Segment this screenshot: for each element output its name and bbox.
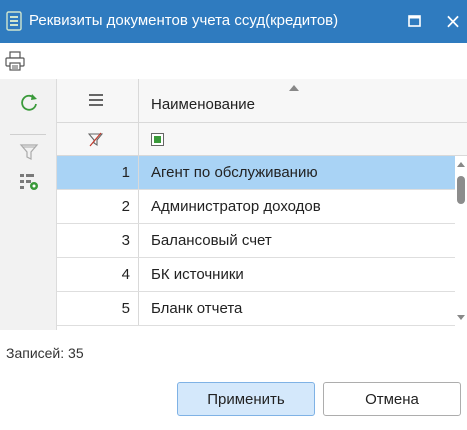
maximize-button[interactable] xyxy=(402,9,426,33)
document-icon xyxy=(6,11,22,31)
table-row[interactable]: 1 Агент по обслуживанию xyxy=(57,156,455,190)
filter-checkbox[interactable] xyxy=(151,133,164,146)
vertical-scrollbar[interactable] xyxy=(455,156,467,330)
table-row[interactable]: 4 БК источники xyxy=(57,258,455,292)
apply-button[interactable]: Применить xyxy=(177,382,315,416)
table-row[interactable]: 2 Администратор доходов xyxy=(57,190,455,224)
scroll-up-icon[interactable] xyxy=(457,162,465,167)
row-name: БК источники xyxy=(151,266,244,283)
grid-rows: 1 Агент по обслуживанию 2 Администратор … xyxy=(57,156,455,326)
column-header-number[interactable] xyxy=(57,79,139,122)
printer-icon[interactable] xyxy=(4,50,26,72)
row-name: Агент по обслуживанию xyxy=(151,164,318,181)
row-name: Бланк отчета xyxy=(151,300,243,317)
table-row[interactable]: 5 Бланк отчета xyxy=(57,292,455,326)
title-bar: Реквизиты документов учета ссуд(кредитов… xyxy=(0,0,467,43)
close-button[interactable]: × xyxy=(441,9,465,33)
filter-row xyxy=(57,123,467,156)
data-grid: Наименование 1 Агент по обслуживанию 2 А… xyxy=(57,79,467,330)
toolbar xyxy=(0,43,467,79)
column-header-name[interactable]: Наименование xyxy=(151,96,255,113)
filter-off-icon[interactable] xyxy=(88,132,103,147)
table-row[interactable]: 3 Балансовый счет xyxy=(57,224,455,258)
row-name: Администратор доходов xyxy=(151,198,321,215)
column-settings-icon[interactable] xyxy=(18,171,40,193)
filter-cell-number xyxy=(57,123,139,155)
left-tool-panel xyxy=(0,79,57,330)
row-number: 1 xyxy=(57,156,139,189)
sort-ascending-icon xyxy=(289,85,299,91)
row-number: 5 xyxy=(57,292,139,325)
maximize-icon xyxy=(407,15,421,27)
scroll-thumb[interactable] xyxy=(457,176,465,204)
grid-header: Наименование xyxy=(57,79,467,123)
row-name: Балансовый счет xyxy=(151,232,272,249)
filter-clear-icon[interactable] xyxy=(18,141,40,163)
window-title: Реквизиты документов учета ссуд(кредитов… xyxy=(29,12,339,29)
refresh-icon[interactable] xyxy=(18,91,40,113)
menu-icon[interactable] xyxy=(89,94,103,106)
records-count: Записей: 35 xyxy=(6,345,84,361)
close-icon: × xyxy=(444,9,462,33)
cancel-button[interactable]: Отмена xyxy=(323,382,461,416)
row-number: 4 xyxy=(57,258,139,291)
separator xyxy=(10,134,46,135)
row-number: 3 xyxy=(57,224,139,257)
scroll-down-icon[interactable] xyxy=(457,315,465,320)
row-number: 2 xyxy=(57,190,139,223)
